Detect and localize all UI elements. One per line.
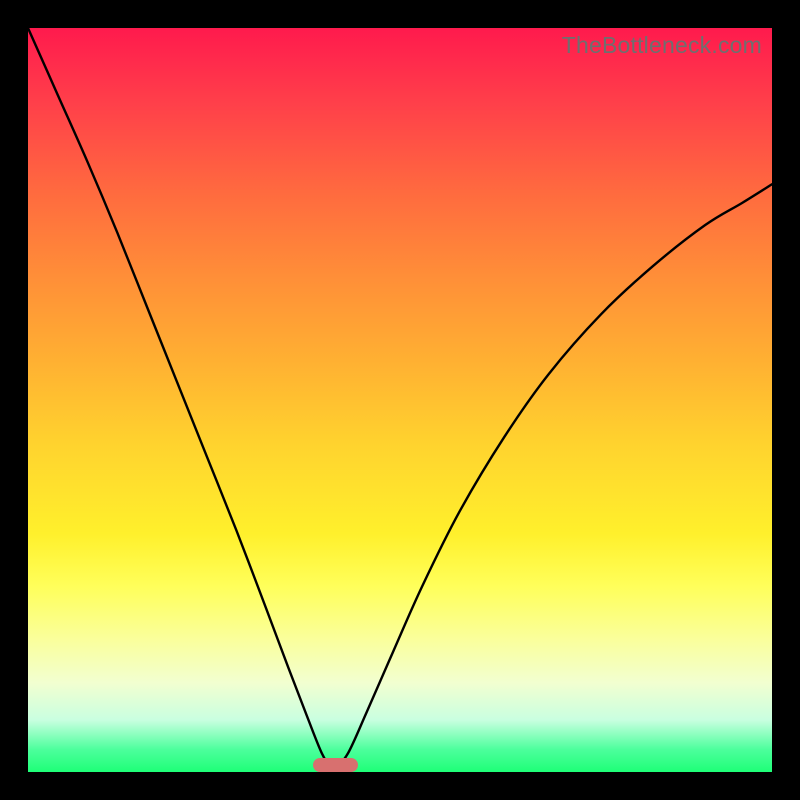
- optimum-marker: [313, 758, 358, 772]
- bottleneck-curve: [28, 28, 772, 772]
- chart-frame: TheBottleneck.com: [0, 0, 800, 800]
- plot-area: TheBottleneck.com: [28, 28, 772, 772]
